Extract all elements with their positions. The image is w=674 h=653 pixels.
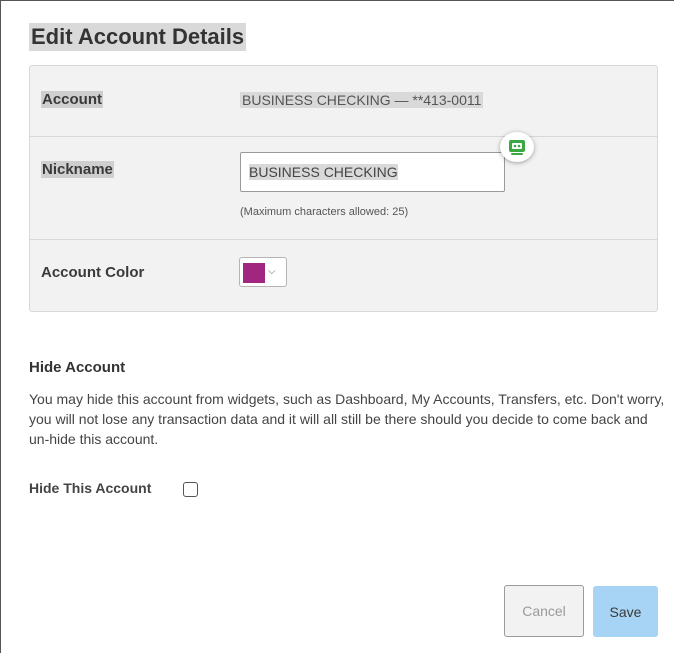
hide-account-heading: Hide Account — [29, 359, 126, 376]
account-value: BUSINESS CHECKING — **413-0011 — [240, 92, 484, 108]
nickname-helper-text: (Maximum characters allowed: 25) — [240, 206, 409, 218]
dialog-title: Edit Account Details — [29, 23, 247, 51]
nickname-input-value: BUSINESS CHECKING — [249, 164, 398, 180]
chevron-down-icon: ⌵ — [268, 266, 276, 277]
account-label: Account — [41, 91, 103, 108]
hide-account-description: You may hide this account from widgets, … — [29, 391, 665, 447]
save-button[interactable]: Save — [593, 586, 658, 637]
account-color-row: Account Color ⌵ — [30, 239, 657, 311]
cancel-button[interactable]: Cancel — [504, 585, 584, 637]
color-swatch — [243, 263, 265, 283]
password-manager-glyph — [509, 140, 525, 155]
nickname-row: Nickname BUSINESS CHECKING (Maximum char… — [30, 132, 657, 240]
hide-account-checkbox-label: Hide This Account — [29, 480, 152, 496]
hide-account-checkbox[interactable] — [183, 482, 198, 497]
account-color-picker[interactable]: ⌵ — [239, 257, 287, 287]
nickname-label: Nickname — [41, 161, 114, 178]
account-row: Account BUSINESS CHECKING — **413-0011 — [30, 66, 657, 137]
edit-account-dialog: Edit Account Details Account BUSINESS CH… — [0, 0, 674, 653]
account-color-label: Account Color — [41, 264, 145, 281]
password-manager-icon[interactable] — [500, 132, 534, 162]
nickname-input[interactable]: BUSINESS CHECKING — [240, 152, 505, 192]
account-details-panel: Account BUSINESS CHECKING — **413-0011 N… — [29, 65, 658, 312]
